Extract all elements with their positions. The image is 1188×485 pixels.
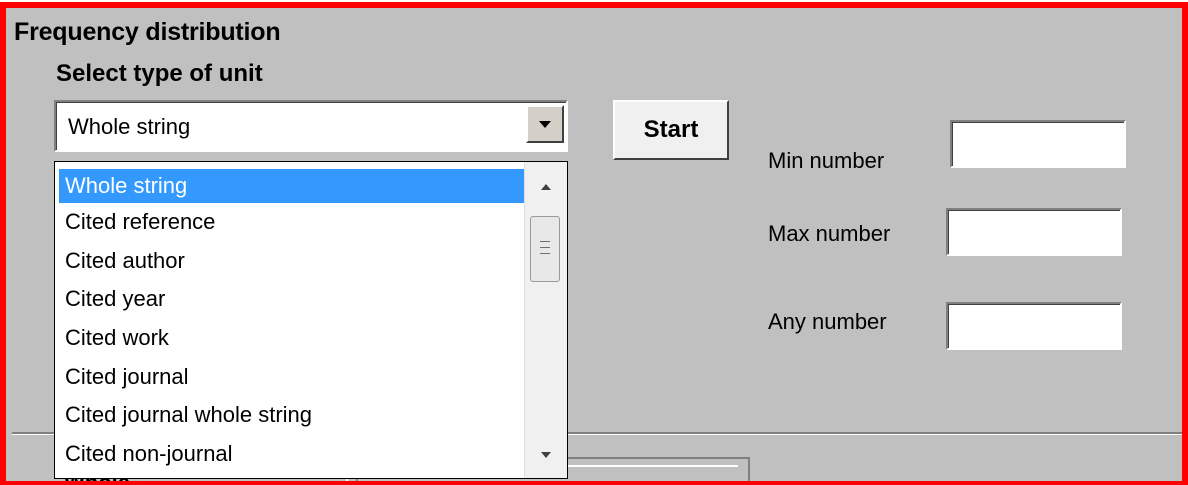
dropdown-scrollbar[interactable] bbox=[524, 162, 567, 478]
min-number-input[interactable] bbox=[950, 120, 1126, 168]
chevron-down-icon bbox=[539, 121, 551, 128]
dropdown-option-cited-reference[interactable]: Cited reference bbox=[59, 203, 525, 242]
grip-line-icon bbox=[540, 241, 550, 242]
dropdown-option-cited-journal-whole-string[interactable]: Cited journal whole string bbox=[59, 396, 525, 435]
dropdown-option-cited-year[interactable]: Cited year bbox=[59, 280, 525, 319]
scrollbar-thumb[interactable] bbox=[530, 216, 560, 282]
max-number-input[interactable] bbox=[946, 208, 1122, 256]
unit-type-selected-value: Whole string bbox=[68, 114, 191, 139]
frequency-distribution-panel: Frequency distribution Select type of un… bbox=[0, 2, 1188, 485]
unit-type-label: Select type of unit bbox=[56, 60, 263, 87]
dropdown-option-cited-journal[interactable]: Cited journal bbox=[59, 358, 525, 397]
unit-type-combobox[interactable]: Whole string bbox=[54, 100, 568, 152]
dropdown-option-cited-non-journal[interactable]: Cited non-journal bbox=[59, 435, 525, 474]
combobox-dropdown-button[interactable] bbox=[526, 105, 564, 143]
dropdown-option-cited-author[interactable]: Cited author bbox=[59, 242, 525, 281]
grip-line-icon bbox=[540, 247, 550, 248]
dropdown-options: Whole string Cited reference Cited autho… bbox=[59, 166, 525, 474]
max-number-label: Max number bbox=[768, 221, 891, 246]
any-number-label: Any number bbox=[768, 309, 887, 334]
start-button[interactable]: Start bbox=[613, 100, 729, 160]
dropdown-option-cited-work[interactable]: Cited work bbox=[59, 319, 525, 358]
min-number-label: Min number bbox=[768, 148, 885, 173]
grip-line-icon bbox=[540, 253, 550, 254]
unit-type-dropdown-list[interactable]: Whole string Cited reference Cited autho… bbox=[54, 161, 568, 479]
scroll-up-arrow-icon[interactable] bbox=[541, 184, 551, 190]
dropdown-option-whole-string[interactable]: Whole string bbox=[59, 169, 525, 203]
scroll-down-arrow-icon[interactable] bbox=[541, 452, 551, 458]
any-number-input[interactable] bbox=[946, 302, 1122, 350]
panel-title: Frequency distribution bbox=[14, 18, 281, 46]
